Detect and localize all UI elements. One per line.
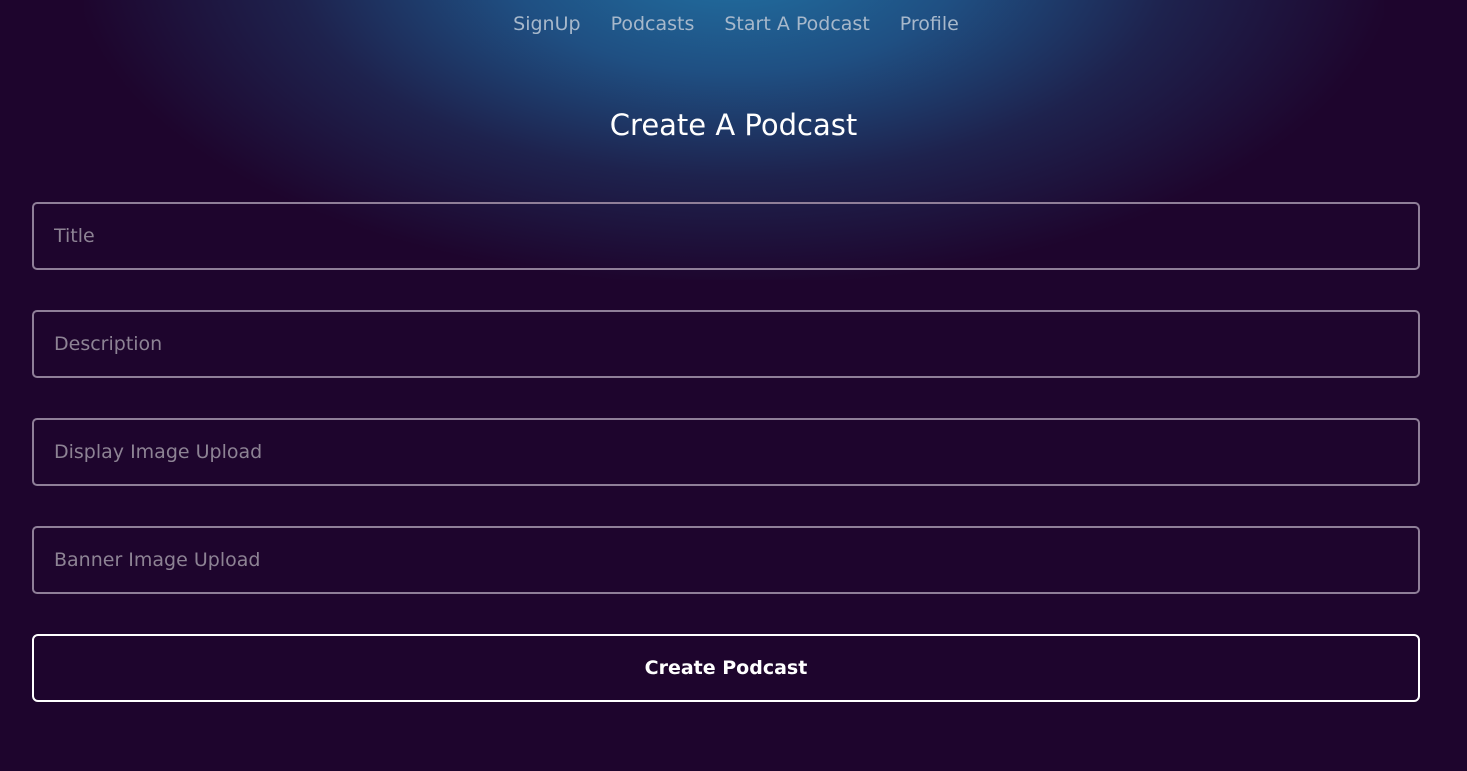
create-podcast-button[interactable]: Create Podcast [32,634,1420,702]
nav-link-start-a-podcast[interactable]: Start A Podcast [724,8,869,40]
nav-link-profile[interactable]: Profile [900,8,959,40]
nav-link-signup[interactable]: SignUp [513,8,580,40]
banner-image-upload-label: Banner Image Upload [54,549,261,571]
description-input[interactable] [32,310,1420,378]
display-image-upload-label: Display Image Upload [54,441,263,463]
banner-image-upload[interactable]: Banner Image Upload [32,526,1420,594]
nav-link-podcasts[interactable]: Podcasts [611,8,695,40]
display-image-upload[interactable]: Display Image Upload [32,418,1420,486]
page-title: Create A Podcast [609,108,858,142]
title-input[interactable] [32,202,1420,270]
top-nav: SignUp Podcasts Start A Podcast Profile [0,8,1467,40]
